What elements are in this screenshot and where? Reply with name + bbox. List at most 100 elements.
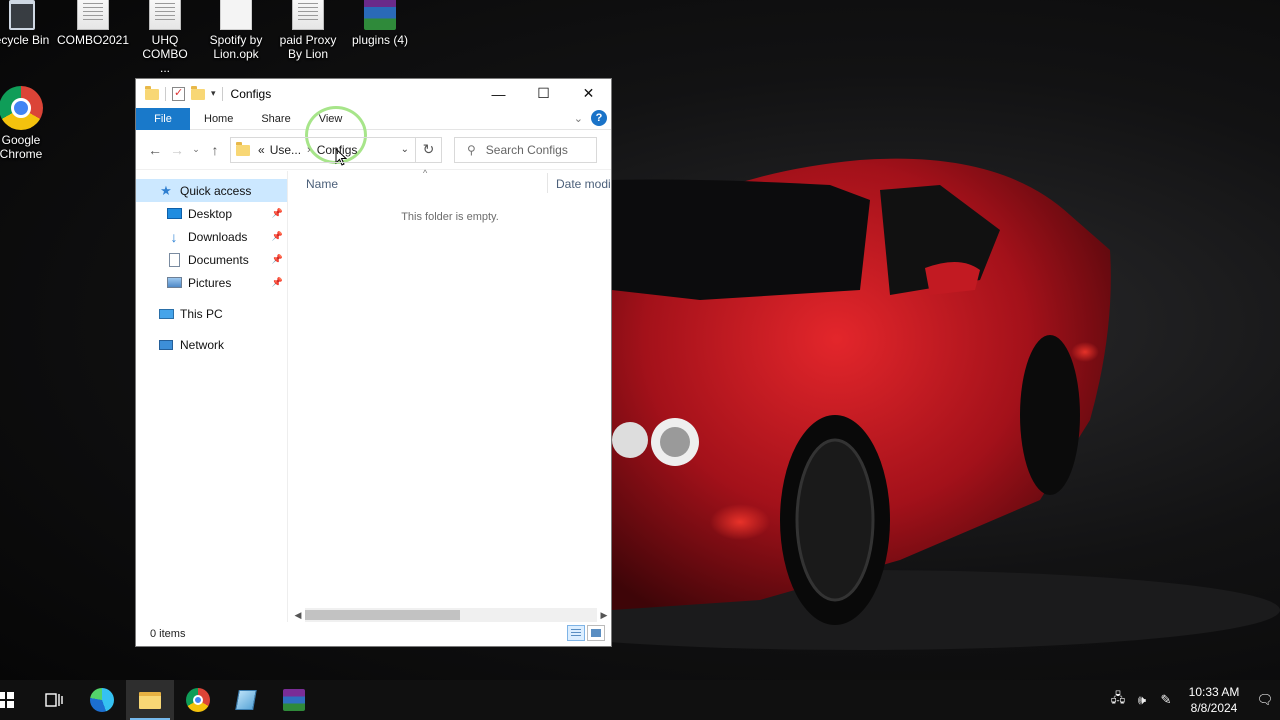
- desktop-icon-label: Google Chrome: [0, 133, 43, 161]
- explorer-body: ★ Quick access Desktop 📌 ↓ Downloads 📌 D…: [136, 168, 611, 622]
- help-icon[interactable]: ?: [591, 110, 607, 126]
- desktop-icon-spotify-opk[interactable]: Spotify by Lion.opk: [200, 0, 272, 61]
- nav-desktop[interactable]: Desktop 📌: [136, 202, 287, 225]
- notepad-taskbar-button[interactable]: [222, 680, 270, 720]
- nav-label: Network: [180, 337, 225, 352]
- pin-icon[interactable]: 📌: [272, 254, 283, 265]
- recent-locations-dropdown-icon[interactable]: ⌄: [188, 144, 204, 155]
- tab-home[interactable]: Home: [190, 108, 247, 130]
- network-status-icon[interactable]: 🖧: [1106, 689, 1130, 711]
- item-count: 0 items: [150, 628, 186, 640]
- customize-qat-dropdown-icon[interactable]: ▾: [211, 88, 216, 99]
- breadcrumb-separator-icon[interactable]: ›: [307, 144, 311, 156]
- volume-icon[interactable]: 🕪: [1130, 692, 1154, 708]
- computer-icon: [158, 307, 174, 321]
- network-icon: [158, 338, 174, 352]
- search-box[interactable]: ⚲ Search Configs: [454, 136, 597, 163]
- large-icons-view-icon[interactable]: [587, 625, 605, 641]
- pin-icon[interactable]: 📌: [272, 208, 283, 219]
- edge-icon: [90, 688, 114, 712]
- documents-icon: [166, 252, 182, 267]
- scroll-left-icon[interactable]: ◀: [291, 610, 305, 621]
- nav-network[interactable]: Network: [136, 333, 287, 356]
- forward-arrow-icon[interactable]: →: [166, 142, 188, 158]
- status-bar: 0 items: [136, 622, 611, 646]
- desktop-icon-google-chrome[interactable]: Google Chrome: [0, 86, 57, 161]
- desktop-icon-plugins[interactable]: plugins (4): [344, 0, 416, 47]
- nav-label: Downloads: [188, 229, 248, 244]
- scroll-track[interactable]: [305, 608, 597, 622]
- address-dropdown-icon[interactable]: ⌄: [401, 144, 409, 155]
- window-controls: — ☐ ✕: [476, 79, 611, 108]
- nav-pictures[interactable]: Pictures 📌: [136, 271, 287, 294]
- winrar-icon: [364, 0, 396, 30]
- text-file-icon: [77, 0, 109, 30]
- file-explorer-taskbar-button[interactable]: [126, 680, 174, 720]
- nav-this-pc[interactable]: This PC: [136, 302, 287, 325]
- pen-workspace-icon[interactable]: ✎: [1154, 692, 1178, 708]
- tab-share[interactable]: Share: [247, 108, 304, 130]
- quick-access-toolbar: ▾: [145, 86, 216, 101]
- winrar-taskbar-button[interactable]: [270, 680, 318, 720]
- empty-folder-message: This folder is empty.: [401, 211, 499, 223]
- sort-caret-icon: ^: [423, 168, 428, 178]
- pin-icon[interactable]: 📌: [272, 277, 283, 288]
- chrome-icon: [186, 688, 210, 712]
- nav-label: This PC: [180, 306, 223, 321]
- task-view-icon: [45, 693, 63, 707]
- start-icon: [0, 692, 14, 708]
- chrome-icon: [0, 86, 43, 130]
- breadcrumb-current[interactable]: Configs: [317, 143, 358, 157]
- title-bar[interactable]: ▾ Configs — ☐ ✕: [136, 79, 611, 108]
- up-arrow-icon[interactable]: ↑: [204, 142, 226, 158]
- search-icon: ⚲: [467, 142, 476, 157]
- scroll-right-icon[interactable]: ▶: [597, 610, 611, 621]
- expand-ribbon-chevron-icon[interactable]: ⌄: [574, 112, 583, 125]
- clock[interactable]: 10:33 AM 8/8/2024: [1178, 684, 1250, 716]
- desktop-icon-combo2021[interactable]: COMBO2021: [57, 0, 129, 47]
- edge-taskbar-button[interactable]: [78, 680, 126, 720]
- minimize-button[interactable]: —: [476, 79, 521, 108]
- pin-icon[interactable]: 📌: [272, 231, 283, 242]
- window-title: Configs: [230, 86, 272, 101]
- back-arrow-icon[interactable]: ←: [144, 142, 166, 158]
- nav-downloads[interactable]: ↓ Downloads 📌: [136, 225, 287, 248]
- column-header-name[interactable]: Name: [306, 177, 338, 191]
- desktop-icon-label: COMBO2021: [57, 33, 130, 47]
- desktop-icon-paid-proxy[interactable]: paid Proxy By Lion: [272, 0, 344, 61]
- tab-file[interactable]: File: [136, 107, 190, 130]
- ribbon-tabs: File Home Share View ⌄ ?: [136, 106, 611, 166]
- properties-icon[interactable]: [172, 86, 185, 101]
- details-view-icon[interactable]: [567, 625, 585, 641]
- maximize-button[interactable]: ☐: [521, 79, 566, 108]
- text-file-icon: [292, 0, 324, 30]
- address-bar[interactable]: « Use... › Configs ⌄: [230, 136, 416, 163]
- start-button[interactable]: [0, 680, 20, 720]
- view-switcher: [567, 625, 605, 641]
- task-view-button[interactable]: [30, 680, 78, 720]
- chrome-taskbar-button[interactable]: [174, 680, 222, 720]
- search-placeholder[interactable]: Search Configs: [486, 143, 568, 157]
- desktop-icon-uhq-combo[interactable]: UHQ COMBO ...: [129, 0, 201, 75]
- column-divider[interactable]: [547, 173, 548, 193]
- refresh-icon[interactable]: ↻: [416, 136, 442, 163]
- desktop-icon-label: ecycle Bin: [0, 33, 50, 47]
- download-arrow-icon: ↓: [170, 228, 178, 245]
- new-folder-icon[interactable]: [191, 86, 205, 100]
- recycle-bin-icon: [9, 0, 35, 30]
- desktop-icon-recycle-bin[interactable]: ecycle Bin: [0, 0, 58, 47]
- notifications-icon[interactable]: 🗨: [1250, 692, 1280, 708]
- scroll-thumb[interactable]: [305, 610, 460, 620]
- tab-view[interactable]: View: [305, 108, 357, 130]
- close-button[interactable]: ✕: [566, 79, 611, 108]
- column-header-date-modified[interactable]: Date modi: [556, 177, 611, 191]
- navigation-pane: ★ Quick access Desktop 📌 ↓ Downloads 📌 D…: [136, 171, 288, 622]
- nav-quick-access[interactable]: ★ Quick access: [136, 179, 287, 202]
- navigation-bar: ← → ⌄ ↑ « Use... › Configs ⌄ ↻ ⚲ Search …: [136, 130, 611, 170]
- breadcrumb-parent[interactable]: Use...: [270, 143, 301, 157]
- breadcrumb-overflow[interactable]: «: [258, 143, 265, 157]
- desktop-icon-label: UHQ COMBO ...: [142, 33, 188, 75]
- file-list[interactable]: ^ Name Date modi This folder is empty.: [288, 168, 611, 622]
- nav-documents[interactable]: Documents 📌: [136, 248, 287, 271]
- desktop-icon-label: Spotify by Lion.opk: [209, 33, 263, 61]
